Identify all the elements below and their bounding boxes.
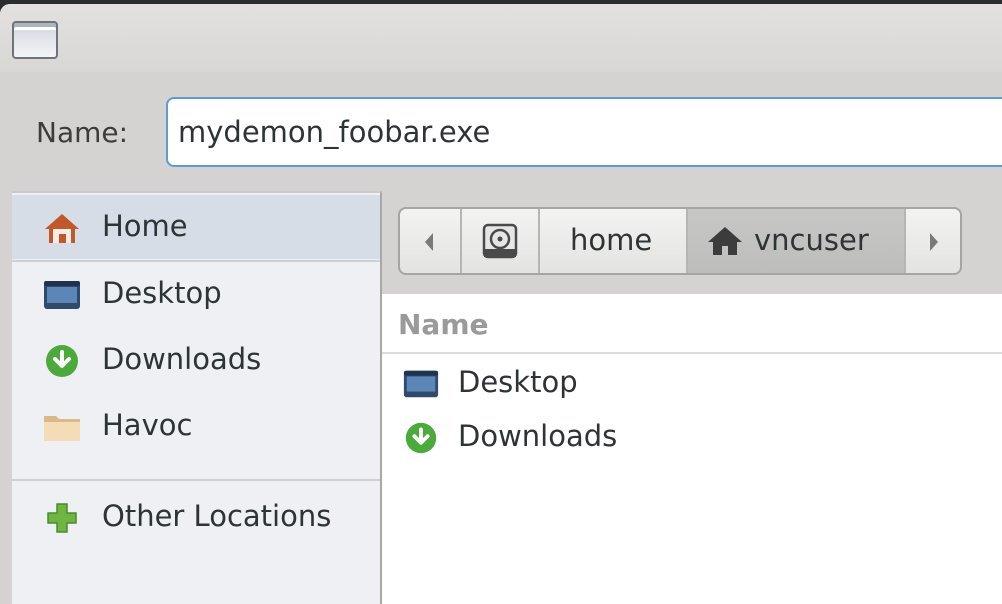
sidebar-item-other-locations[interactable]: Other Locations <box>12 485 380 549</box>
chevron-right-icon <box>930 233 938 251</box>
column-header-name[interactable]: Name <box>382 294 1002 354</box>
path-segment-label: home <box>570 223 653 257</box>
path-bar: home vncuser <box>398 207 962 275</box>
desktop-icon <box>44 281 80 309</box>
places-sidebar: Home Desktop Downloads Havoc Other Locat… <box>12 191 382 604</box>
sidebar-item-desktop[interactable]: Desktop <box>12 262 380 326</box>
file-row-downloads[interactable]: Downloads <box>382 411 1002 465</box>
chevron-left-icon <box>425 233 433 251</box>
drive-icon <box>482 223 518 259</box>
home-icon <box>45 214 79 243</box>
sidebar-item-downloads[interactable]: Downloads <box>12 328 380 392</box>
pathbar-area: home vncuser <box>382 191 1002 294</box>
sidebar-item-label: Havoc <box>102 408 193 442</box>
sidebar-item-home[interactable]: Home <box>12 195 380 259</box>
path-back-button[interactable] <box>400 209 462 273</box>
path-forward-button[interactable] <box>906 209 960 273</box>
home-icon <box>708 227 742 255</box>
sidebar-item-label: Desktop <box>102 276 222 310</box>
file-name: Downloads <box>458 419 618 453</box>
path-segment-vncuser[interactable]: vncuser <box>688 209 906 273</box>
name-label: Name: <box>36 116 129 149</box>
title-bar[interactable] <box>0 4 1002 72</box>
sidebar-item-label: Downloads <box>102 342 262 376</box>
downloads-icon <box>405 422 437 454</box>
filename-input[interactable] <box>166 97 1002 167</box>
file-browser: home vncuser Name Desktop Downloads <box>382 191 1002 604</box>
plus-icon <box>47 503 77 533</box>
name-row: Name: <box>0 72 1002 190</box>
divider <box>12 479 380 481</box>
path-segment-home[interactable]: home <box>540 209 688 273</box>
file-name: Desktop <box>458 365 578 399</box>
file-row-desktop[interactable]: Desktop <box>382 357 1002 411</box>
desktop-icon <box>403 370 439 398</box>
folder-icon <box>44 416 80 441</box>
file-chooser-window: Name: Home Desktop Downl <box>0 4 1002 604</box>
sidebar-item-havoc[interactable]: Havoc <box>12 394 380 458</box>
sidebar-item-label: Other Locations <box>102 499 332 533</box>
column-header-label: Name <box>398 308 489 341</box>
sidebar-item-label: Home <box>102 209 188 243</box>
downloads-icon <box>46 345 78 377</box>
path-segment-label: vncuser <box>754 223 869 257</box>
path-root-button[interactable] <box>462 209 540 273</box>
window-icon <box>12 21 58 59</box>
